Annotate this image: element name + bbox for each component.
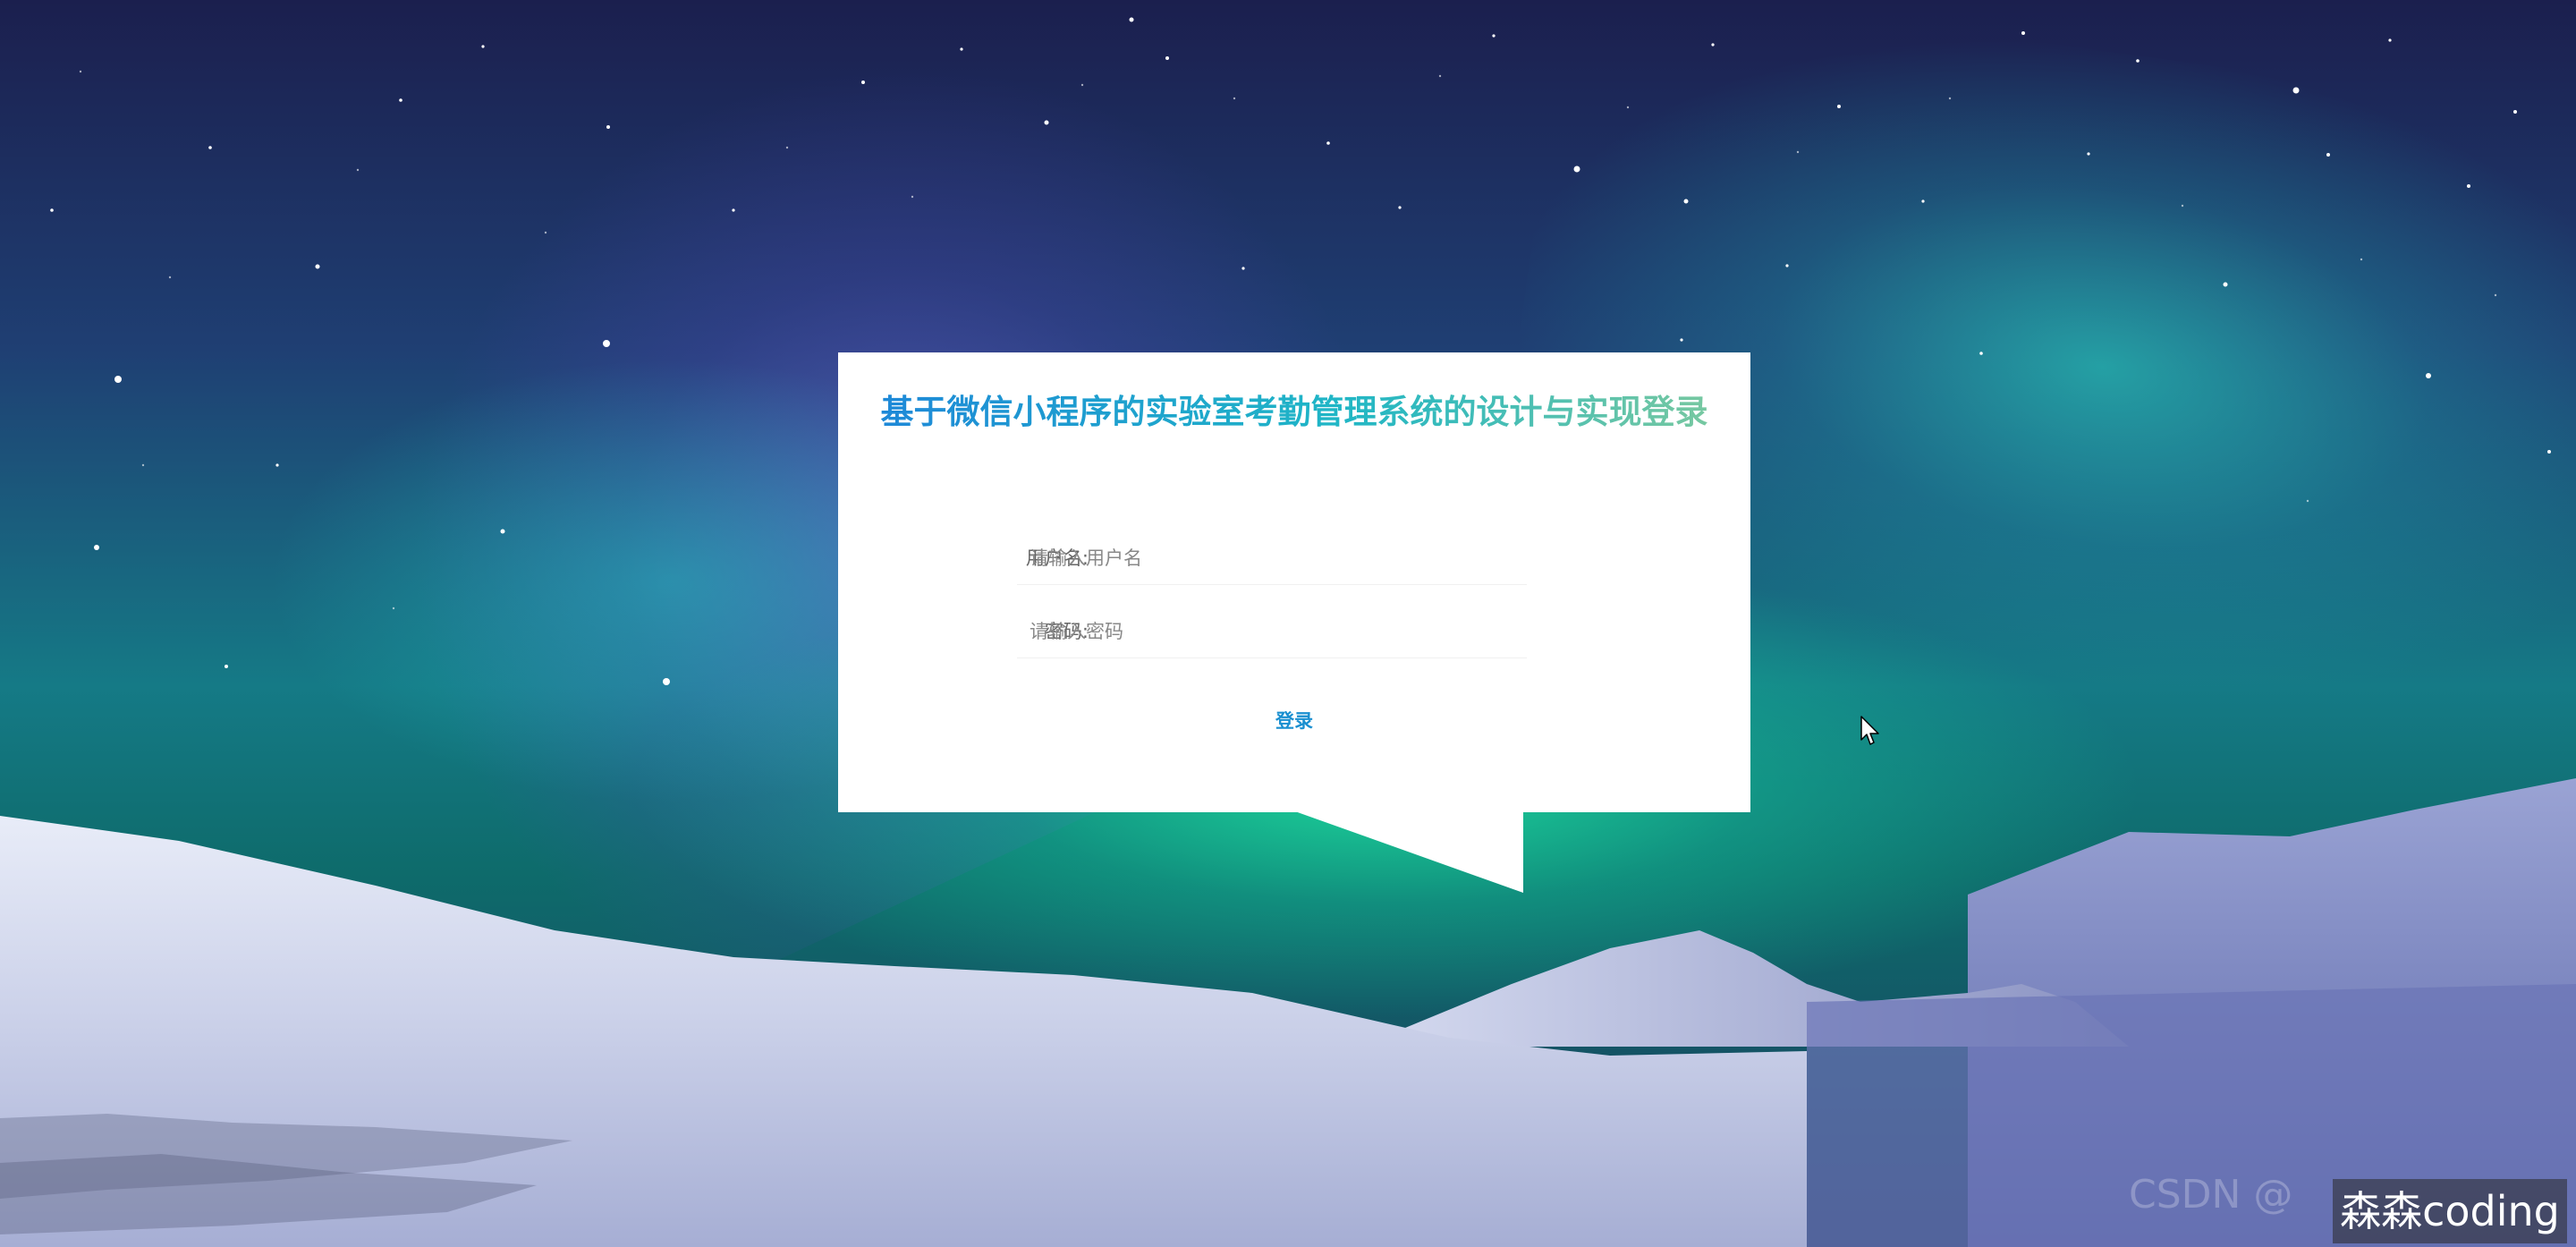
login-button[interactable]: 登录: [1205, 698, 1384, 742]
login-title: 基于微信小程序的实验室考勤管理系统的设计与实现登录: [874, 388, 1715, 437]
login-card: 基于微信小程序的实验室考勤管理系统的设计与实现登录 用户名: 密码: 登录: [838, 352, 1750, 812]
login-card-tail: [1292, 810, 1523, 893]
mouse-pointer-icon: [1860, 716, 1879, 745]
csdn-faint-watermark: CSDN @: [2129, 1172, 2293, 1217]
username-row: 用户名:: [838, 531, 1750, 585]
password-input[interactable]: [1017, 605, 1527, 658]
password-row: 密码:: [838, 605, 1750, 658]
username-input[interactable]: [1017, 531, 1527, 585]
login-page-background: 基于微信小程序的实验室考勤管理系统的设计与实现登录 用户名: 密码: 登录 CS…: [0, 0, 2576, 1247]
author-watermark: 森森coding: [2333, 1179, 2567, 1243]
